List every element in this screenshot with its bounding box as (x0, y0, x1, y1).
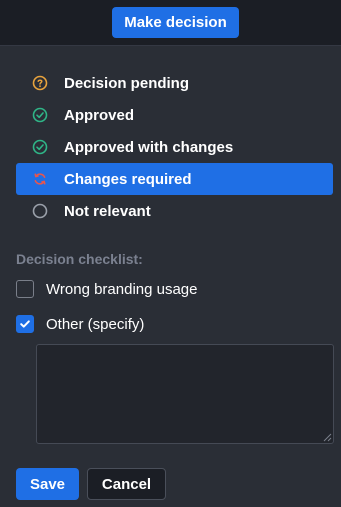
status-label: Decision pending (64, 74, 190, 92)
make-decision-button[interactable]: Make decision (112, 7, 239, 38)
checklist-label: Wrong branding usage (46, 280, 198, 298)
check-circle-icon (32, 107, 48, 123)
status-label: Changes required (64, 170, 192, 188)
status-decision-pending[interactable]: Decision pending (16, 67, 333, 99)
status-changes-required[interactable]: Changes required (16, 163, 333, 195)
question-circle-icon (32, 75, 48, 91)
resize-handle-icon[interactable] (322, 432, 332, 442)
checklist-item-other[interactable]: Other (specify) (16, 315, 144, 333)
cancel-button[interactable]: Cancel (87, 468, 166, 500)
panel-divider (0, 45, 341, 46)
status-label: Approved with changes (64, 138, 234, 156)
checklist-title: Decision checklist: (16, 251, 143, 267)
check-circle-icon (32, 139, 48, 155)
top-bar: Make decision (0, 0, 341, 45)
refresh-icon (32, 171, 48, 187)
empty-circle-icon (32, 203, 48, 219)
other-specify-textarea[interactable] (36, 344, 334, 444)
status-label: Approved (64, 106, 135, 124)
status-not-relevant[interactable]: Not relevant (16, 195, 333, 227)
status-approved[interactable]: Approved (16, 99, 333, 131)
status-approved-with-changes[interactable]: Approved with changes (16, 131, 333, 163)
checklist-item-wrong-branding[interactable]: Wrong branding usage (16, 280, 198, 298)
checkbox-checked[interactable] (16, 315, 34, 333)
decision-status-list: Decision pending Approved Approved with … (16, 67, 333, 227)
checklist-label: Other (specify) (46, 315, 145, 333)
save-button[interactable]: Save (16, 468, 79, 500)
checkmark-icon (20, 320, 30, 328)
status-label: Not relevant (64, 202, 151, 220)
checkbox[interactable] (16, 280, 34, 298)
